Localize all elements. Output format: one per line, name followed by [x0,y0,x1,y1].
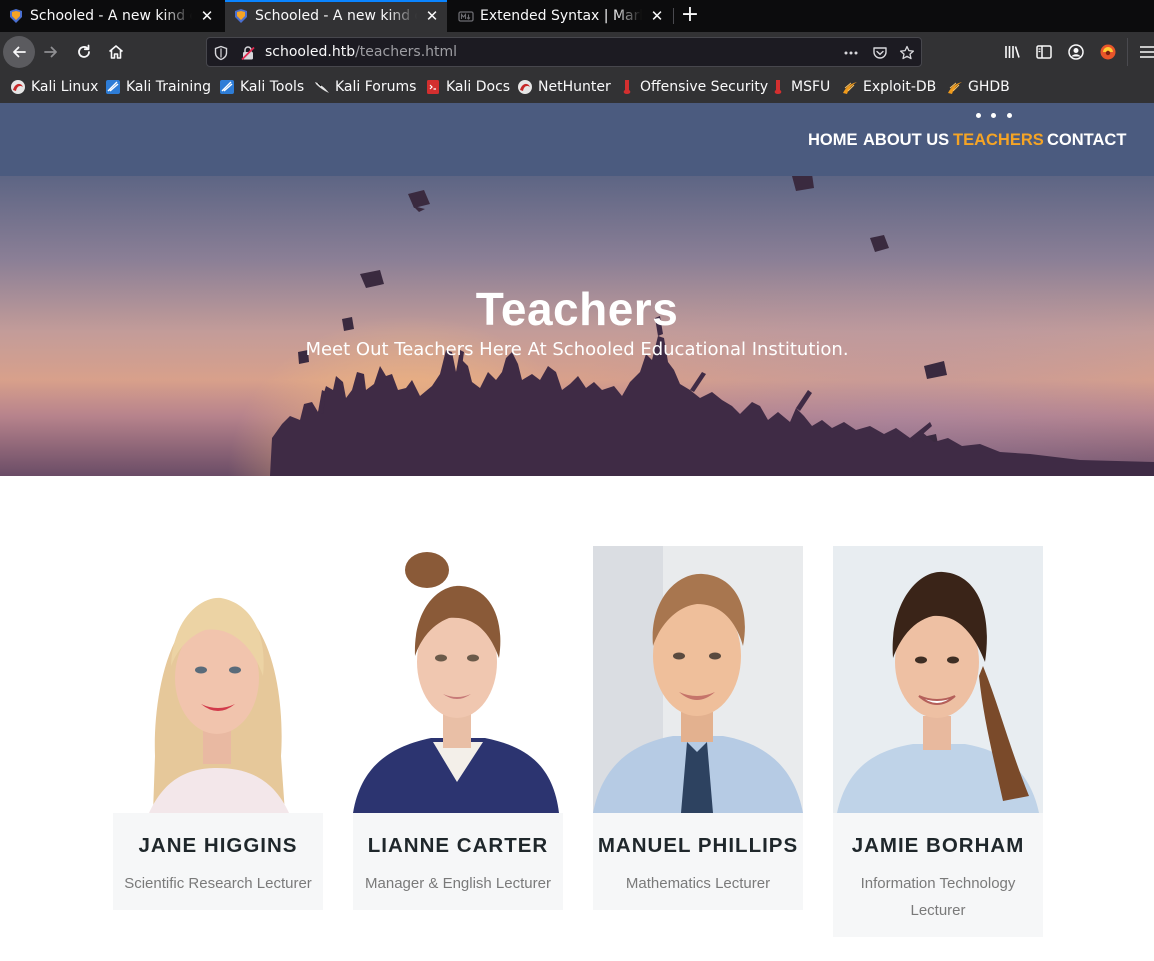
markdown-favicon-icon [458,11,474,22]
teacher-name: JAMIE BORHAM [851,834,1025,857]
offsec-icon [623,80,631,94]
hero-banner: Teachers Meet Out Teachers Here At Schoo… [0,176,1154,476]
shield-icon[interactable] [213,45,229,61]
tab-title: Schooled - A new kind of educational ins… [255,8,417,24]
toolbar-separator [1127,38,1128,66]
bookmark-label: Offensive Security [640,79,769,95]
bookmark-nethunter[interactable]: NetHunter [517,78,611,96]
teacher-role: Mathematics Lecturer [625,875,771,892]
close-tab-icon[interactable]: ✕ [423,7,441,25]
teacher-name: JANE HIGGINS [138,834,298,857]
browser-tab[interactable]: Extended Syntax | Markdown Guide ✕ [450,0,672,32]
browser-tab-selected[interactable]: Schooled - A new kind of educational ins… [225,0,447,32]
bookmark-msfu[interactable]: MSFU [770,78,830,96]
home-icon [108,45,124,59]
hero-title: Teachers [475,283,679,335]
kali-training-icon [106,80,120,94]
kali-forums-icon [315,82,329,93]
schooled-favicon-icon [235,9,247,23]
bookmark-label: Kali Docs [446,79,511,95]
forward-button[interactable] [35,36,67,68]
browser-tab-strip: Schooled - A new kind of educational ins… [0,0,1154,32]
bookmark-label: GHDB [968,79,1010,95]
msfu-icon [774,80,782,94]
bookmark-kali-linux[interactable]: Kali Linux [10,78,98,96]
new-tab-button[interactable]: + [678,4,702,28]
teacher-info: MANUEL PHILLIPS Mathematics Lecturer [593,813,803,910]
browser-toolbar: schooled.htb/teachers.html [0,32,1154,72]
page-actions-icon[interactable] [843,45,859,61]
arrow-right-icon [44,46,57,58]
teacher-photo [113,546,323,813]
bookmark-kali-docs[interactable]: Kali Docs [425,78,510,96]
teacher-name: MANUEL PHILLIPS [597,834,799,857]
nav-contact[interactable]: CONTACT [1047,131,1126,151]
pocket-icon[interactable] [872,45,888,61]
bookmark-offensive-security[interactable]: Offensive Security [619,78,768,96]
nav-home[interactable]: HOME [808,131,858,151]
bookmark-label: Kali Forums [335,79,417,95]
hero-subtitle: Meet Out Teachers Here At Schooled Educa… [305,339,849,360]
nav-about-us[interactable]: ABOUT US [863,131,949,151]
kali-docs-icon [427,80,439,94]
kali-tools-icon [220,80,234,94]
teacher-photo [353,546,563,813]
bookmark-label: Kali Training [126,79,211,95]
reload-button[interactable] [68,36,100,68]
teacher-info: JAMIE BORHAM Information Technology Lect… [833,813,1043,937]
account-icon[interactable] [1067,43,1085,61]
bookmark-label: Kali Linux [31,79,99,95]
active-nav-indicator-dots [976,113,1016,121]
arrow-left-icon [13,46,26,58]
browser-tab[interactable]: Schooled - A new kind of educational ins… [0,0,222,32]
insecure-lock-icon[interactable] [240,45,256,61]
bookmarks-toolbar: Kali Linux Kali Training Kali Tools Kali… [0,72,1154,103]
ghdb-icon [948,82,962,94]
bookmark-exploit-db[interactable]: Exploit-DB [842,78,936,96]
url-host: schooled.htb [265,44,356,60]
bookmark-kali-tools[interactable]: Kali Tools [219,78,304,96]
library-icon[interactable] [1003,43,1021,61]
close-tab-icon[interactable]: ✕ [648,7,666,25]
teacher-photo [593,546,803,813]
back-button[interactable] [3,36,35,68]
kali-dragon-icon [11,80,25,94]
bookmark-ghdb[interactable]: GHDB [947,78,1010,96]
tab-title: Schooled - A new kind of educational ins… [30,8,192,24]
teacher-info: LIANNE CARTER Manager & English Lecturer [353,813,563,910]
home-button[interactable] [100,36,132,68]
bookmark-star-icon[interactable] [899,45,915,61]
teacher-role: Information Technology Lecturer [860,875,1016,919]
bookmark-label: MSFU [791,79,831,95]
exploit-db-icon [843,82,857,94]
bookmark-label: Kali Tools [240,79,305,95]
hamburger-menu-icon[interactable] [1138,43,1154,61]
nethunter-icon [518,80,532,94]
bookmark-label: NetHunter [538,79,611,95]
tab-title: Extended Syntax | Markdown Guide [480,8,642,24]
url-text: schooled.htb/teachers.html [265,44,457,60]
teacher-info: JANE HIGGINS Scientific Research Lecture… [113,813,323,910]
extension-icon[interactable] [1099,43,1117,61]
teacher-role: Scientific Research Lecturer [124,875,312,892]
teacher-role: Manager & English Lecturer [365,875,551,892]
url-path: /teachers.html [355,44,458,60]
url-bar[interactable]: schooled.htb/teachers.html [206,37,922,67]
schooled-favicon-icon [10,9,22,23]
reload-icon [78,44,90,58]
teacher-name: LIANNE CARTER [367,834,549,857]
bookmark-kali-training[interactable]: Kali Training [105,78,211,96]
teacher-photo [833,546,1043,813]
nav-teachers[interactable]: TEACHERS [953,131,1044,151]
tab-separator [673,8,674,24]
bookmark-kali-forums[interactable]: Kali Forums [314,78,416,96]
close-tab-icon[interactable]: ✕ [198,7,216,25]
sidebar-icon[interactable] [1035,43,1053,61]
bookmark-label: Exploit-DB [863,79,937,95]
